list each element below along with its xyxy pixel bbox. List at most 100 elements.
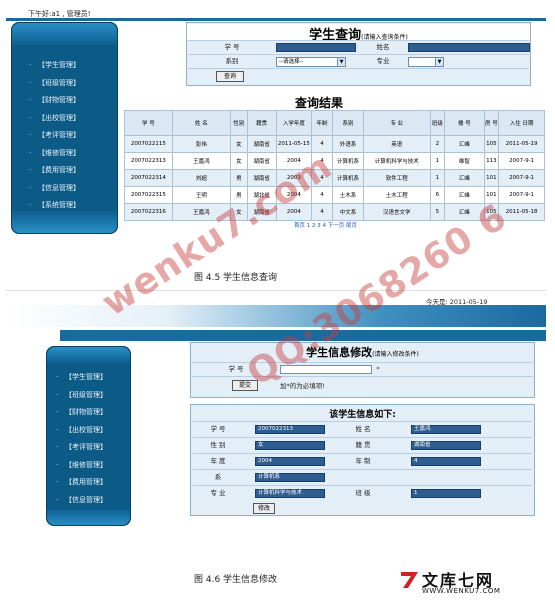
- sidebar-item[interactable]: 【维修管理】: [26, 145, 106, 163]
- major-label: 专 业: [210, 489, 226, 497]
- column-header: 专 业: [363, 110, 431, 136]
- table-cell: 2007-9-1: [498, 152, 545, 170]
- table-cell: 软件工程: [363, 169, 431, 187]
- name-value[interactable]: 王嘉鸿: [411, 425, 481, 434]
- table-cell: 男: [230, 169, 248, 187]
- date-text: 今天是: 2011-05-19: [426, 298, 488, 306]
- sidebar-item[interactable]: 【班级管理】: [53, 387, 133, 405]
- table-cell: 2007-9-1: [498, 186, 545, 204]
- sidebar-item[interactable]: 【班级管理】: [26, 75, 106, 93]
- length-label: 年 制: [355, 457, 371, 465]
- table-cell: 女: [230, 135, 248, 153]
- sidebar-menu: 【学生管理】【班级管理】【财物管理】【出校管理】【考评管理】【维修管理】【费用管…: [11, 22, 118, 234]
- length-value[interactable]: 4: [411, 457, 481, 466]
- sidebar-item[interactable]: 【财物管理】: [26, 92, 106, 110]
- column-header: 籍贯: [246, 110, 277, 136]
- header-banner: [6, 305, 546, 327]
- query-button[interactable]: 查询: [216, 71, 244, 82]
- info-title: 该学生信息如下:: [329, 410, 396, 420]
- sidebar-item[interactable]: 【信息管理】: [53, 492, 133, 510]
- chevron-down-icon: ▼: [435, 58, 443, 66]
- sidebar-item[interactable]: 【学生管理】: [26, 57, 106, 75]
- sidebar-item[interactable]: 【学生管理】: [53, 369, 133, 387]
- table-cell: 土木系: [331, 186, 365, 204]
- student-no-value[interactable]: 2007022313: [255, 425, 325, 434]
- sidebar-item[interactable]: 【信息管理】: [26, 180, 106, 198]
- native-value[interactable]: 湖南省: [411, 441, 481, 450]
- name-input[interactable]: [408, 43, 530, 52]
- table-cell: 113: [483, 152, 500, 170]
- gender-value[interactable]: 女: [255, 441, 325, 450]
- table-cell: 5: [429, 203, 446, 221]
- dept-select[interactable]: --请选择-- ▼: [276, 57, 346, 67]
- table-cell: 2007022313: [124, 152, 173, 170]
- required-mark: *: [376, 365, 380, 373]
- column-header: 班级: [429, 110, 446, 136]
- major-value[interactable]: 计算机科学与技术: [255, 489, 325, 498]
- sidebar-item[interactable]: 【考评管理】: [53, 439, 133, 457]
- table-cell: 2007022115: [124, 135, 173, 153]
- major-label: 专业: [376, 57, 390, 65]
- pagination[interactable]: 首页 1 2 3 4 下一页 尾页: [294, 221, 357, 229]
- dept-value[interactable]: 计算机系: [255, 473, 325, 482]
- table-cell: 6: [429, 186, 446, 204]
- dept-label: 系: [214, 473, 222, 481]
- modify-button[interactable]: 修改: [253, 503, 275, 514]
- table-row[interactable]: 2007022313 王嘉鸿女湖南省 2004 4 计算机系 计算机科学与技术 1 维智 113…: [124, 152, 545, 170]
- table-cell: 外语系: [331, 135, 365, 153]
- sidebar-item[interactable]: 【费用管理】: [53, 474, 133, 492]
- year-value[interactable]: 2004: [255, 457, 325, 466]
- student-no-input[interactable]: [276, 43, 356, 52]
- table-cell: 彭伟: [171, 135, 232, 153]
- table-cell: 2011-05-15: [275, 135, 313, 153]
- table-cell: 计算机系: [331, 152, 365, 170]
- class-value[interactable]: 1: [411, 489, 481, 498]
- table-cell: 汇峰: [444, 169, 485, 187]
- name-label: 姓 名: [355, 425, 371, 433]
- results-title: 查询结果: [295, 96, 344, 110]
- student-modify-panel: 学生信息修改(请输入修改条件) 学 号 * 提交 加*的为必填项!: [190, 342, 535, 398]
- year-label: 年 度: [210, 457, 226, 465]
- student-no-label: 学 号: [210, 425, 226, 433]
- table-cell: 计算机科学与技术: [363, 152, 431, 170]
- logo-mark-icon: [401, 572, 418, 588]
- table-cell: 4: [311, 203, 333, 221]
- sidebar-item[interactable]: 【考评管理】: [26, 127, 106, 145]
- figure-caption: 图 4.6 学生信息修改: [194, 575, 278, 585]
- table-cell: 2011-05-19: [498, 135, 545, 153]
- column-header: 学 号: [124, 110, 173, 136]
- sidebar-item[interactable]: 【维修管理】: [53, 457, 133, 475]
- table-cell: 2: [429, 135, 446, 153]
- table-cell: 土木工程: [363, 186, 431, 204]
- major-select[interactable]: ▼: [408, 57, 444, 67]
- table-cell: 101: [483, 169, 500, 187]
- class-label: 班 级: [355, 489, 371, 497]
- sidebar-item[interactable]: 【出校管理】: [53, 422, 133, 440]
- logo-url: WWW.WENKU7.COM: [422, 587, 501, 595]
- table-cell: 王嘉鸿: [171, 152, 232, 170]
- table-cell: 105: [483, 135, 500, 153]
- required-note: 加*的为必填项!: [280, 382, 325, 390]
- table-cell: 维智: [444, 152, 485, 170]
- figure-caption: 图 4.5 学生信息查询: [194, 273, 278, 283]
- sidebar-menu-list: 【学生管理】【班级管理】【财物管理】【出校管理】【考评管理】【维修管理】【费用管…: [53, 369, 133, 527]
- table-row[interactable]: 2007022315 王明男湖北省 2004 4 土木系 土木工程 6 汇峰 101 2007-9…: [124, 186, 545, 204]
- student-info-panel: 该学生信息如下: 学 号 2007022313 姓 名 王嘉鸿 性 别 女 籍 …: [190, 404, 535, 516]
- student-no-label: 学 号: [224, 43, 240, 51]
- table-cell: 2007022315: [124, 186, 173, 204]
- chevron-down-icon: ▼: [337, 58, 345, 66]
- sidebar-menu-list: 【学生管理】【班级管理】【财物管理】【出校管理】【考评管理】【维修管理】【费用管…: [26, 57, 106, 215]
- header-bar: [6, 18, 546, 21]
- site-logo: 文库七网 WWW.WENKU7.COM: [400, 567, 550, 599]
- table-cell: 湖南省: [246, 135, 277, 153]
- sidebar-item[interactable]: 【出校管理】: [26, 110, 106, 128]
- sidebar-item[interactable]: 【财物管理】: [53, 404, 133, 422]
- table-cell: 1: [429, 169, 446, 187]
- table-cell: 2007022316: [124, 203, 173, 221]
- column-header: 房 号: [483, 110, 500, 136]
- table-cell: 2007022314: [124, 169, 173, 187]
- sidebar-item[interactable]: 【费用管理】: [26, 162, 106, 180]
- table-cell: 1: [429, 152, 446, 170]
- table-row[interactable]: 2007022115 彭伟女湖南省 2011-05-15 4 外语系 英语 2 汇峰 105 20…: [124, 135, 545, 153]
- dept-label: 系别: [225, 57, 239, 65]
